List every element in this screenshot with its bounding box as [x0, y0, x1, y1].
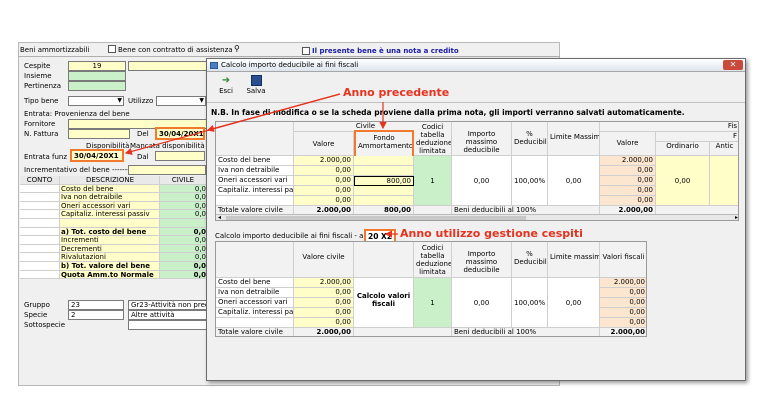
arrow-to-entrata-funz — [124, 93, 341, 155]
annotation-anno-precedente: Anno precedente — [343, 86, 450, 99]
annotation-arrows — [124, 93, 398, 238]
annotation-anno-utilizzo: Anno utilizzo gestione cespiti — [400, 227, 583, 240]
